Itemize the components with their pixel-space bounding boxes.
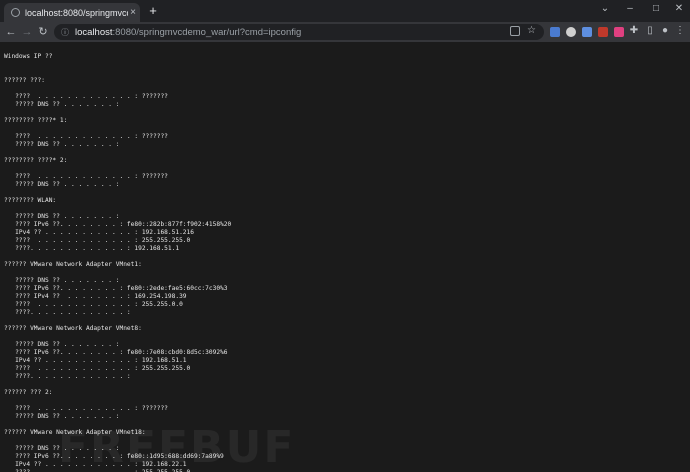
output-line: ????. . . . . . . . . . . . . : 192.168.… [4,245,180,252]
output-line: Windows IP ?? [4,53,53,60]
output-line: ????? DNS ?? . . . . . . . : [4,413,120,420]
output-line: ???????? WLAN: [4,197,57,204]
extensions-puzzle-icon[interactable]: ✚ [628,25,640,36]
minimize-button[interactable]: – [622,3,638,14]
close-window-button[interactable]: ✕ [671,3,687,14]
bookmark-star-icon[interactable]: ☆ [527,25,536,36]
url-host: localhost [75,26,113,38]
tab-strip: localhost:8080/springmvcdem × + ⌄ – □ ✕ [0,0,690,22]
extension-icon-5[interactable] [614,27,624,37]
extension-icon-4[interactable] [598,27,608,37]
profile-icon[interactable]: ● [659,25,671,36]
sidebar-icon[interactable]: ▯ [644,25,656,36]
output-line: ???? . . . . . . . . . . . . . : ??????? [4,405,168,412]
url-path: :8080/springmvcdemo_war/url?cmd=ipconfig [112,26,302,38]
extension-icon-3[interactable] [582,27,592,37]
output-line: ????? DNS ?? . . . . . . . : [4,213,120,220]
tab-search-icon[interactable]: ⌄ [597,3,613,14]
extension-icon-2[interactable] [566,27,576,37]
tab-title: localhost:8080/springmvcdem [25,7,128,18]
translate-icon[interactable] [510,26,520,36]
output-line: ????? DNS ?? . . . . . . . : [4,277,120,284]
output-line: ?????? VMware Network Adapter VMnet1: [4,261,142,268]
output-line: ???? IPv6 ??. . . . . . . . : fe80::7e08… [4,349,228,356]
tab-close-icon[interactable]: × [128,7,138,18]
output-line: ????? DNS ?? . . . . . . . : [4,181,120,188]
output-line: ???????? ????* 1: [4,117,68,124]
browser-tab[interactable]: localhost:8080/springmvcdem × [4,3,140,22]
address-bar[interactable]: ⓘ localhost:8080/springmvcdemo_war/url?c… [54,24,544,40]
output-line: ???? . . . . . . . . . . . . . : 255.255… [4,365,191,372]
maximize-button[interactable]: □ [648,3,664,14]
output-line: ???? . . . . . . . . . . . . . : 255.255… [4,301,183,308]
output-line: IPv4 ?? . . . . . . . . . . . . : 192.16… [4,229,194,236]
output-line: ????. . . . . . . . . . . . . : [4,373,131,380]
output-line: ????? DNS ?? . . . . . . . : [4,141,120,148]
output-line: ????? DNS ?? . . . . . . . : [4,101,120,108]
output-line: ?????? ??? 2: [4,389,53,396]
watermark-logo: FREEBUF [58,422,296,472]
info-icon[interactable]: ⓘ [61,27,69,38]
output-line: ???? . . . . . . . . . . . . . : 255.255… [4,237,191,244]
url-text[interactable]: localhost:8080/springmvcdemo_war/url?cmd… [75,27,301,38]
output-line: ????. . . . . . . . . . . . . : [4,309,131,316]
output-line: ????? DNS ?? . . . . . . . : [4,341,120,348]
extension-icon-1[interactable] [550,27,560,37]
output-line: ???? . . . . . . . . . . . . . : ??????? [4,133,168,140]
output-line: ???? IPv6 ??. . . . . . . . : fe80::282b… [4,221,232,228]
page-content: Windows IP ?? ?????? ???: ???? . . . . .… [0,42,690,472]
reload-button[interactable]: ↻ [36,25,50,39]
output-line: IPv4 ?? . . . . . . . . . . . . : 192.16… [4,357,187,364]
new-tab-button[interactable]: + [146,4,160,18]
output-line: ???? . . . . . . . . . . . . . : ??????? [4,93,168,100]
output-line: ???????? ????* 2: [4,157,68,164]
output-line: ?????? VMware Network Adapter VMnet8: [4,325,142,332]
ipconfig-output: Windows IP ?? ?????? ???: ???? . . . . .… [4,53,231,472]
menu-kebab-icon[interactable]: ⋮ [674,25,686,36]
back-button[interactable]: ← [4,25,18,39]
output-line: ?????? ???: [4,77,45,84]
output-line: ???? IPv4 ?? . . . . . . . . : 169.254.1… [4,293,187,300]
output-line: ???? IPv6 ??. . . . . . . . : fe80::2ede… [4,285,228,292]
globe-icon [11,8,20,17]
forward-button[interactable]: → [20,25,34,39]
output-line: ???? . . . . . . . . . . . . . : ??????? [4,173,168,180]
browser-toolbar: ← → ↻ ⓘ localhost:8080/springmvcdemo_war… [0,22,690,42]
